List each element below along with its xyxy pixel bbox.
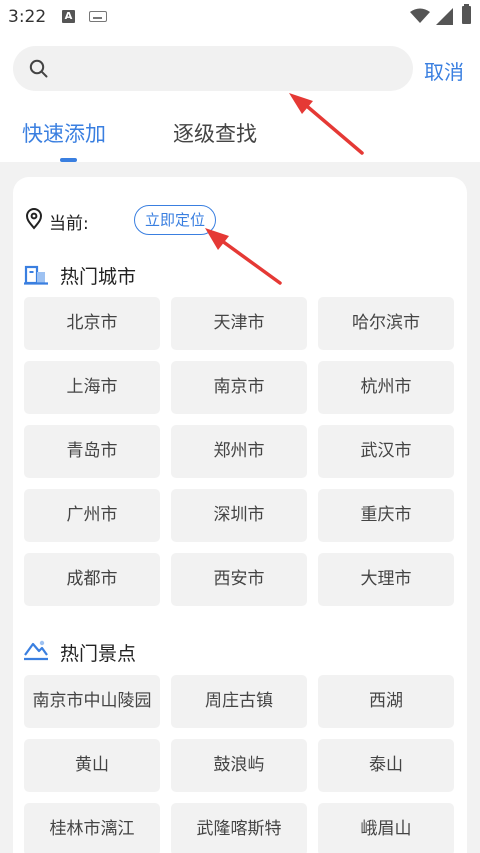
status-bar: 3:22 A bbox=[0, 0, 480, 34]
spot-item[interactable]: 泰山 bbox=[318, 739, 454, 792]
header: 取消 快速添加 逐级查找 bbox=[0, 34, 480, 162]
spot-item[interactable]: 周庄古镇 bbox=[171, 675, 307, 728]
city-item[interactable]: 大理市 bbox=[318, 553, 454, 606]
search-input[interactable] bbox=[13, 46, 413, 91]
city-item[interactable]: 南京市 bbox=[171, 361, 307, 414]
spot-item[interactable]: 桂林市漓江 bbox=[24, 803, 160, 853]
city-item[interactable]: 西安市 bbox=[171, 553, 307, 606]
location-pin-icon bbox=[25, 208, 43, 230]
city-item[interactable]: 武汉市 bbox=[318, 425, 454, 478]
city-item[interactable]: 哈尔滨市 bbox=[318, 297, 454, 350]
city-item[interactable]: 天津市 bbox=[171, 297, 307, 350]
active-tab-indicator bbox=[60, 158, 77, 162]
tab-level-search[interactable]: 逐级查找 bbox=[173, 118, 257, 148]
signal-icon bbox=[436, 8, 453, 25]
wifi-icon bbox=[410, 8, 430, 23]
keyboard-icon bbox=[89, 11, 107, 22]
spot-item[interactable]: 西湖 bbox=[318, 675, 454, 728]
cancel-button[interactable]: 取消 bbox=[424, 56, 464, 85]
building-icon bbox=[24, 265, 48, 285]
hot-spots-grid: 南京市中山陵园 周庄古镇 西湖 黄山 鼓浪屿 泰山 桂林市漓江 武隆喀斯特 峨眉… bbox=[24, 675, 456, 853]
city-item[interactable]: 深圳市 bbox=[171, 489, 307, 542]
mountain-icon bbox=[24, 640, 48, 661]
city-item[interactable]: 成都市 bbox=[24, 553, 160, 606]
content-card: 当前: 立即定位 热门城市 北京市 天津市 哈尔滨市 上海市 南京市 杭州市 青… bbox=[13, 177, 467, 853]
spot-item[interactable]: 武隆喀斯特 bbox=[171, 803, 307, 853]
status-time: 3:22 bbox=[8, 7, 47, 27]
hot-cities-grid: 北京市 天津市 哈尔滨市 上海市 南京市 杭州市 青岛市 郑州市 武汉市 广州市… bbox=[24, 297, 456, 606]
city-item[interactable]: 重庆市 bbox=[318, 489, 454, 542]
battery-icon bbox=[462, 4, 471, 24]
spot-item[interactable]: 黄山 bbox=[24, 739, 160, 792]
locate-now-button[interactable]: 立即定位 bbox=[134, 205, 216, 235]
hot-spots-title: 热门景点 bbox=[60, 643, 137, 665]
city-item[interactable]: 杭州市 bbox=[318, 361, 454, 414]
city-item[interactable]: 北京市 bbox=[24, 297, 160, 350]
tab-quick-add[interactable]: 快速添加 bbox=[22, 118, 106, 148]
city-item[interactable]: 郑州市 bbox=[171, 425, 307, 478]
spot-item[interactable]: 鼓浪屿 bbox=[171, 739, 307, 792]
current-location-label: 当前: bbox=[49, 214, 89, 234]
search-icon bbox=[29, 59, 48, 78]
city-item[interactable]: 青岛市 bbox=[24, 425, 160, 478]
hot-cities-title: 热门城市 bbox=[60, 266, 137, 288]
spot-item[interactable]: 南京市中山陵园 bbox=[24, 675, 160, 728]
spot-item[interactable]: 峨眉山 bbox=[318, 803, 454, 853]
city-item[interactable]: 广州市 bbox=[24, 489, 160, 542]
city-item[interactable]: 上海市 bbox=[24, 361, 160, 414]
notification-a-icon: A bbox=[62, 10, 75, 23]
